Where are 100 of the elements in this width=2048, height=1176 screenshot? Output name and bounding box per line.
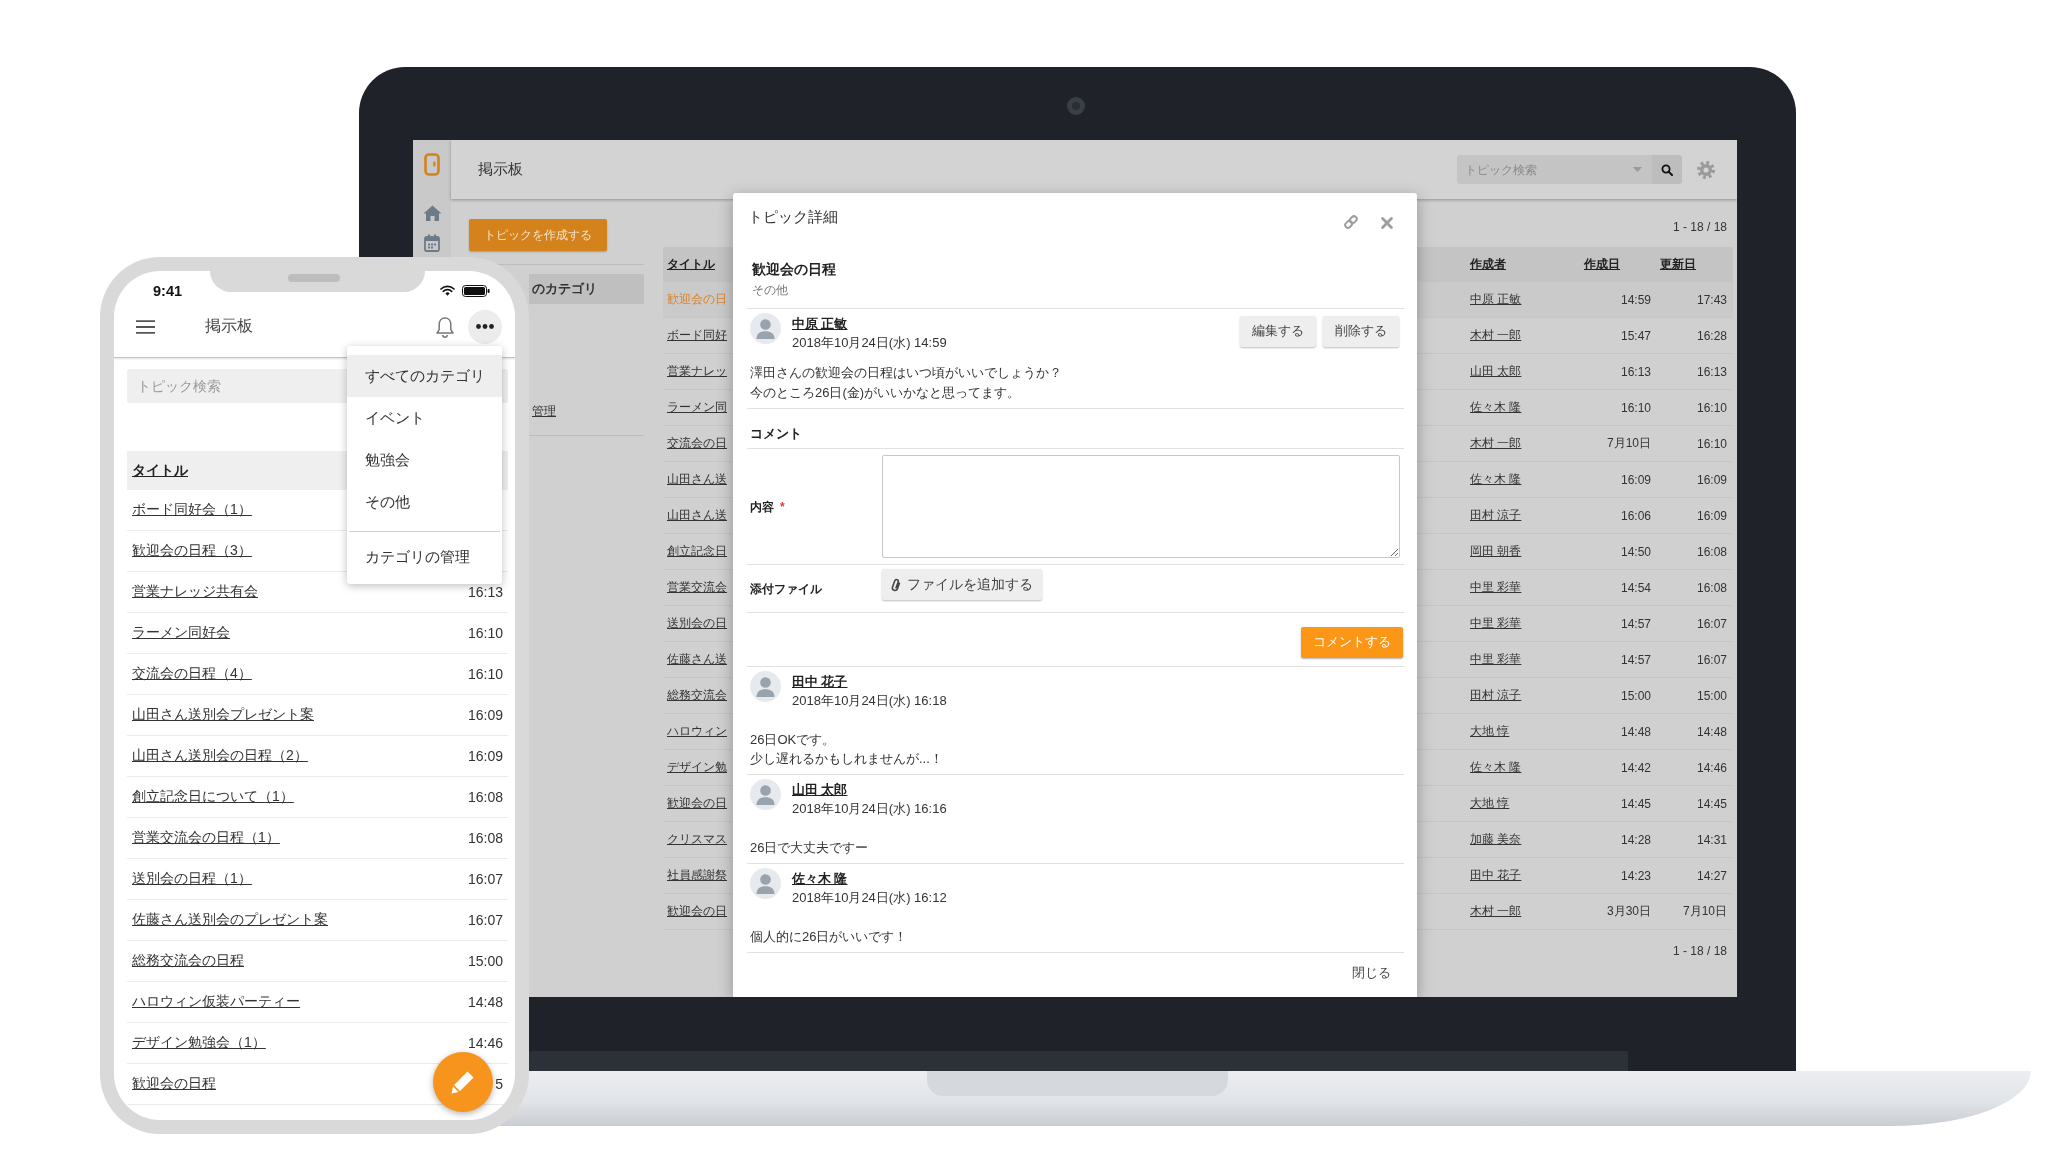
author-link[interactable]: 中里 彩華	[1470, 616, 1522, 630]
author-link[interactable]: 中原 正敏	[1470, 292, 1522, 306]
settings-icon[interactable]	[1697, 160, 1715, 179]
home-icon[interactable]	[422, 205, 442, 221]
compose-button[interactable]	[433, 1052, 493, 1112]
date-text: 16:10	[1696, 436, 1727, 451]
category-item[interactable]: のカテゴリ	[529, 274, 644, 304]
author-link[interactable]: 加藤 美奈	[1470, 832, 1522, 846]
date-text: 14:27	[1696, 868, 1727, 883]
topic-title: 歓迎会の日程	[752, 261, 837, 279]
author-link[interactable]: 佐々木 隆	[1470, 472, 1522, 486]
topic-link[interactable]: 営業ナレッ	[667, 364, 727, 378]
author-link[interactable]: 木村 一郎	[1470, 328, 1522, 342]
more-icon	[476, 324, 494, 329]
topic-link[interactable]: 送別会の日程（1）	[132, 870, 252, 888]
author-link[interactable]: 木村 一郎	[1470, 904, 1522, 918]
menu-item[interactable]: カテゴリの管理	[347, 536, 502, 578]
action-button[interactable]: 編集する	[1240, 316, 1316, 347]
close-button[interactable]: 閉じる	[1352, 965, 1391, 981]
author-link[interactable]: 山田 太郎	[792, 782, 848, 798]
topic-link[interactable]: クリスマス	[667, 832, 727, 846]
author-link[interactable]: 佐々木 隆	[792, 871, 848, 887]
manage-link[interactable]: 管理	[532, 402, 556, 420]
topic-link[interactable]: 歓迎会の日程（3）	[132, 542, 252, 560]
time-text: 16:08	[467, 789, 503, 805]
topic-link[interactable]: 営業交流会の日程（1）	[132, 829, 280, 847]
pencil-icon	[450, 1069, 476, 1095]
column-header[interactable]: タイトル	[667, 257, 715, 271]
topic-link[interactable]: 創立記念日について（1）	[132, 788, 294, 806]
author-link[interactable]: 佐々木 隆	[1470, 400, 1522, 414]
search-button[interactable]	[1652, 155, 1682, 184]
column-header[interactable]: タイトル	[132, 461, 188, 480]
time-text: 5	[495, 1076, 503, 1092]
topic-link[interactable]: 佐藤さん送別会のプレゼント案	[132, 911, 328, 929]
author-link[interactable]: 中里 彩華	[1470, 580, 1522, 594]
date-text: 15:00	[1696, 688, 1727, 703]
topic-link[interactable]: 総務交流会	[667, 688, 727, 702]
topic-link[interactable]: 創立記念日	[667, 544, 727, 558]
topic-link[interactable]: 営業交流会	[667, 580, 727, 594]
author-link[interactable]: 木村 一郎	[1470, 436, 1522, 450]
topic-link[interactable]: ハロウィン仮装パーティー	[132, 993, 300, 1011]
topic-link[interactable]: 山田さん送	[667, 472, 727, 486]
author-link[interactable]: 田中 花子	[792, 674, 848, 690]
page-title: 掲示板	[205, 316, 253, 336]
topic-link[interactable]: 歓迎会の日	[667, 796, 727, 810]
column-header[interactable]: 作成日	[1584, 257, 1620, 271]
dialog-title: トピック詳細	[748, 207, 838, 227]
topic-link[interactable]: 総務交流会の日程	[132, 952, 244, 970]
date-text: 16:10	[1620, 400, 1651, 415]
topic-link[interactable]: 山田さん送別会の日程（2）	[132, 747, 308, 765]
author-link[interactable]: 岡田 朝香	[1470, 544, 1522, 558]
topic-link[interactable]: ボード同好	[667, 328, 727, 342]
calendar-icon[interactable]	[424, 234, 440, 252]
date-text: 14:23	[1620, 868, 1651, 883]
topic-link[interactable]: デザイン勉強会（1）	[132, 1034, 266, 1052]
topic-link[interactable]: 山田さん送	[667, 508, 727, 522]
topic-link[interactable]: 歓迎会の日	[667, 904, 727, 918]
menu-item[interactable]: その他	[347, 481, 502, 523]
author-link[interactable]: 山田 太郎	[1470, 364, 1522, 378]
menu-item[interactable]: 勉強会	[347, 439, 502, 481]
author-link[interactable]: 大地 惇	[1470, 724, 1510, 738]
attach-file-button[interactable]: ファイルを追加する	[882, 569, 1042, 600]
link-icon[interactable]	[1343, 214, 1359, 230]
topic-link[interactable]: デザイン勉	[667, 760, 727, 774]
bell-icon[interactable]	[435, 315, 455, 338]
topic-link[interactable]: ラーメン同好会	[132, 624, 230, 642]
author-link[interactable]: 中里 彩華	[1470, 652, 1522, 666]
menu-icon[interactable]	[136, 319, 155, 334]
topic-link[interactable]: 社員感謝祭	[667, 868, 727, 882]
logo-icon[interactable]	[424, 153, 440, 176]
author-link[interactable]: 中原 正敏	[792, 316, 848, 332]
topic-link[interactable]: 山田さん送別会プレゼント案	[132, 706, 314, 724]
topic-link[interactable]: 歓迎会の日程	[132, 1075, 216, 1093]
topic-link[interactable]: ボード同好会（1）	[132, 501, 252, 519]
caret-icon[interactable]	[1633, 167, 1642, 172]
topic-link[interactable]: ハロウィン	[667, 724, 727, 738]
column-header[interactable]: 更新日	[1660, 257, 1696, 271]
topic-link[interactable]: 交流会の日程（4）	[132, 665, 252, 683]
menu-item[interactable]: すべてのカテゴリ	[347, 355, 502, 397]
author-link[interactable]: 田中 花子	[1470, 868, 1522, 882]
column-header[interactable]: 作成者	[1470, 257, 1506, 271]
date-text: 16:06	[1620, 508, 1651, 523]
author-link[interactable]: 大地 惇	[1470, 796, 1510, 810]
author-link[interactable]: 佐々木 隆	[1470, 760, 1522, 774]
action-button[interactable]: 削除する	[1323, 316, 1399, 347]
author-link[interactable]: 田村 涼子	[1470, 508, 1522, 522]
camera-icon	[1067, 97, 1085, 115]
more-button[interactable]	[468, 309, 502, 344]
comment-textarea[interactable]	[882, 455, 1400, 558]
wifi-icon	[440, 285, 455, 296]
topic-link[interactable]: 営業ナレッジ共有会	[132, 583, 258, 601]
comment-date: 2018年10月24日(水) 16:12	[792, 890, 947, 906]
close-icon[interactable]	[1381, 217, 1393, 229]
comment-text: 少し遅れるかもしれませんが...！	[750, 750, 943, 768]
topic-link[interactable]: ラーメン同	[667, 400, 727, 414]
topic-link[interactable]: 交流会の日	[667, 436, 727, 450]
topic-link[interactable]: 送別会の日	[667, 616, 727, 630]
author-link[interactable]: 田村 涼子	[1470, 688, 1522, 702]
status-time: 9:41	[153, 282, 183, 299]
topic-link[interactable]: 佐藤さん送	[667, 652, 727, 666]
